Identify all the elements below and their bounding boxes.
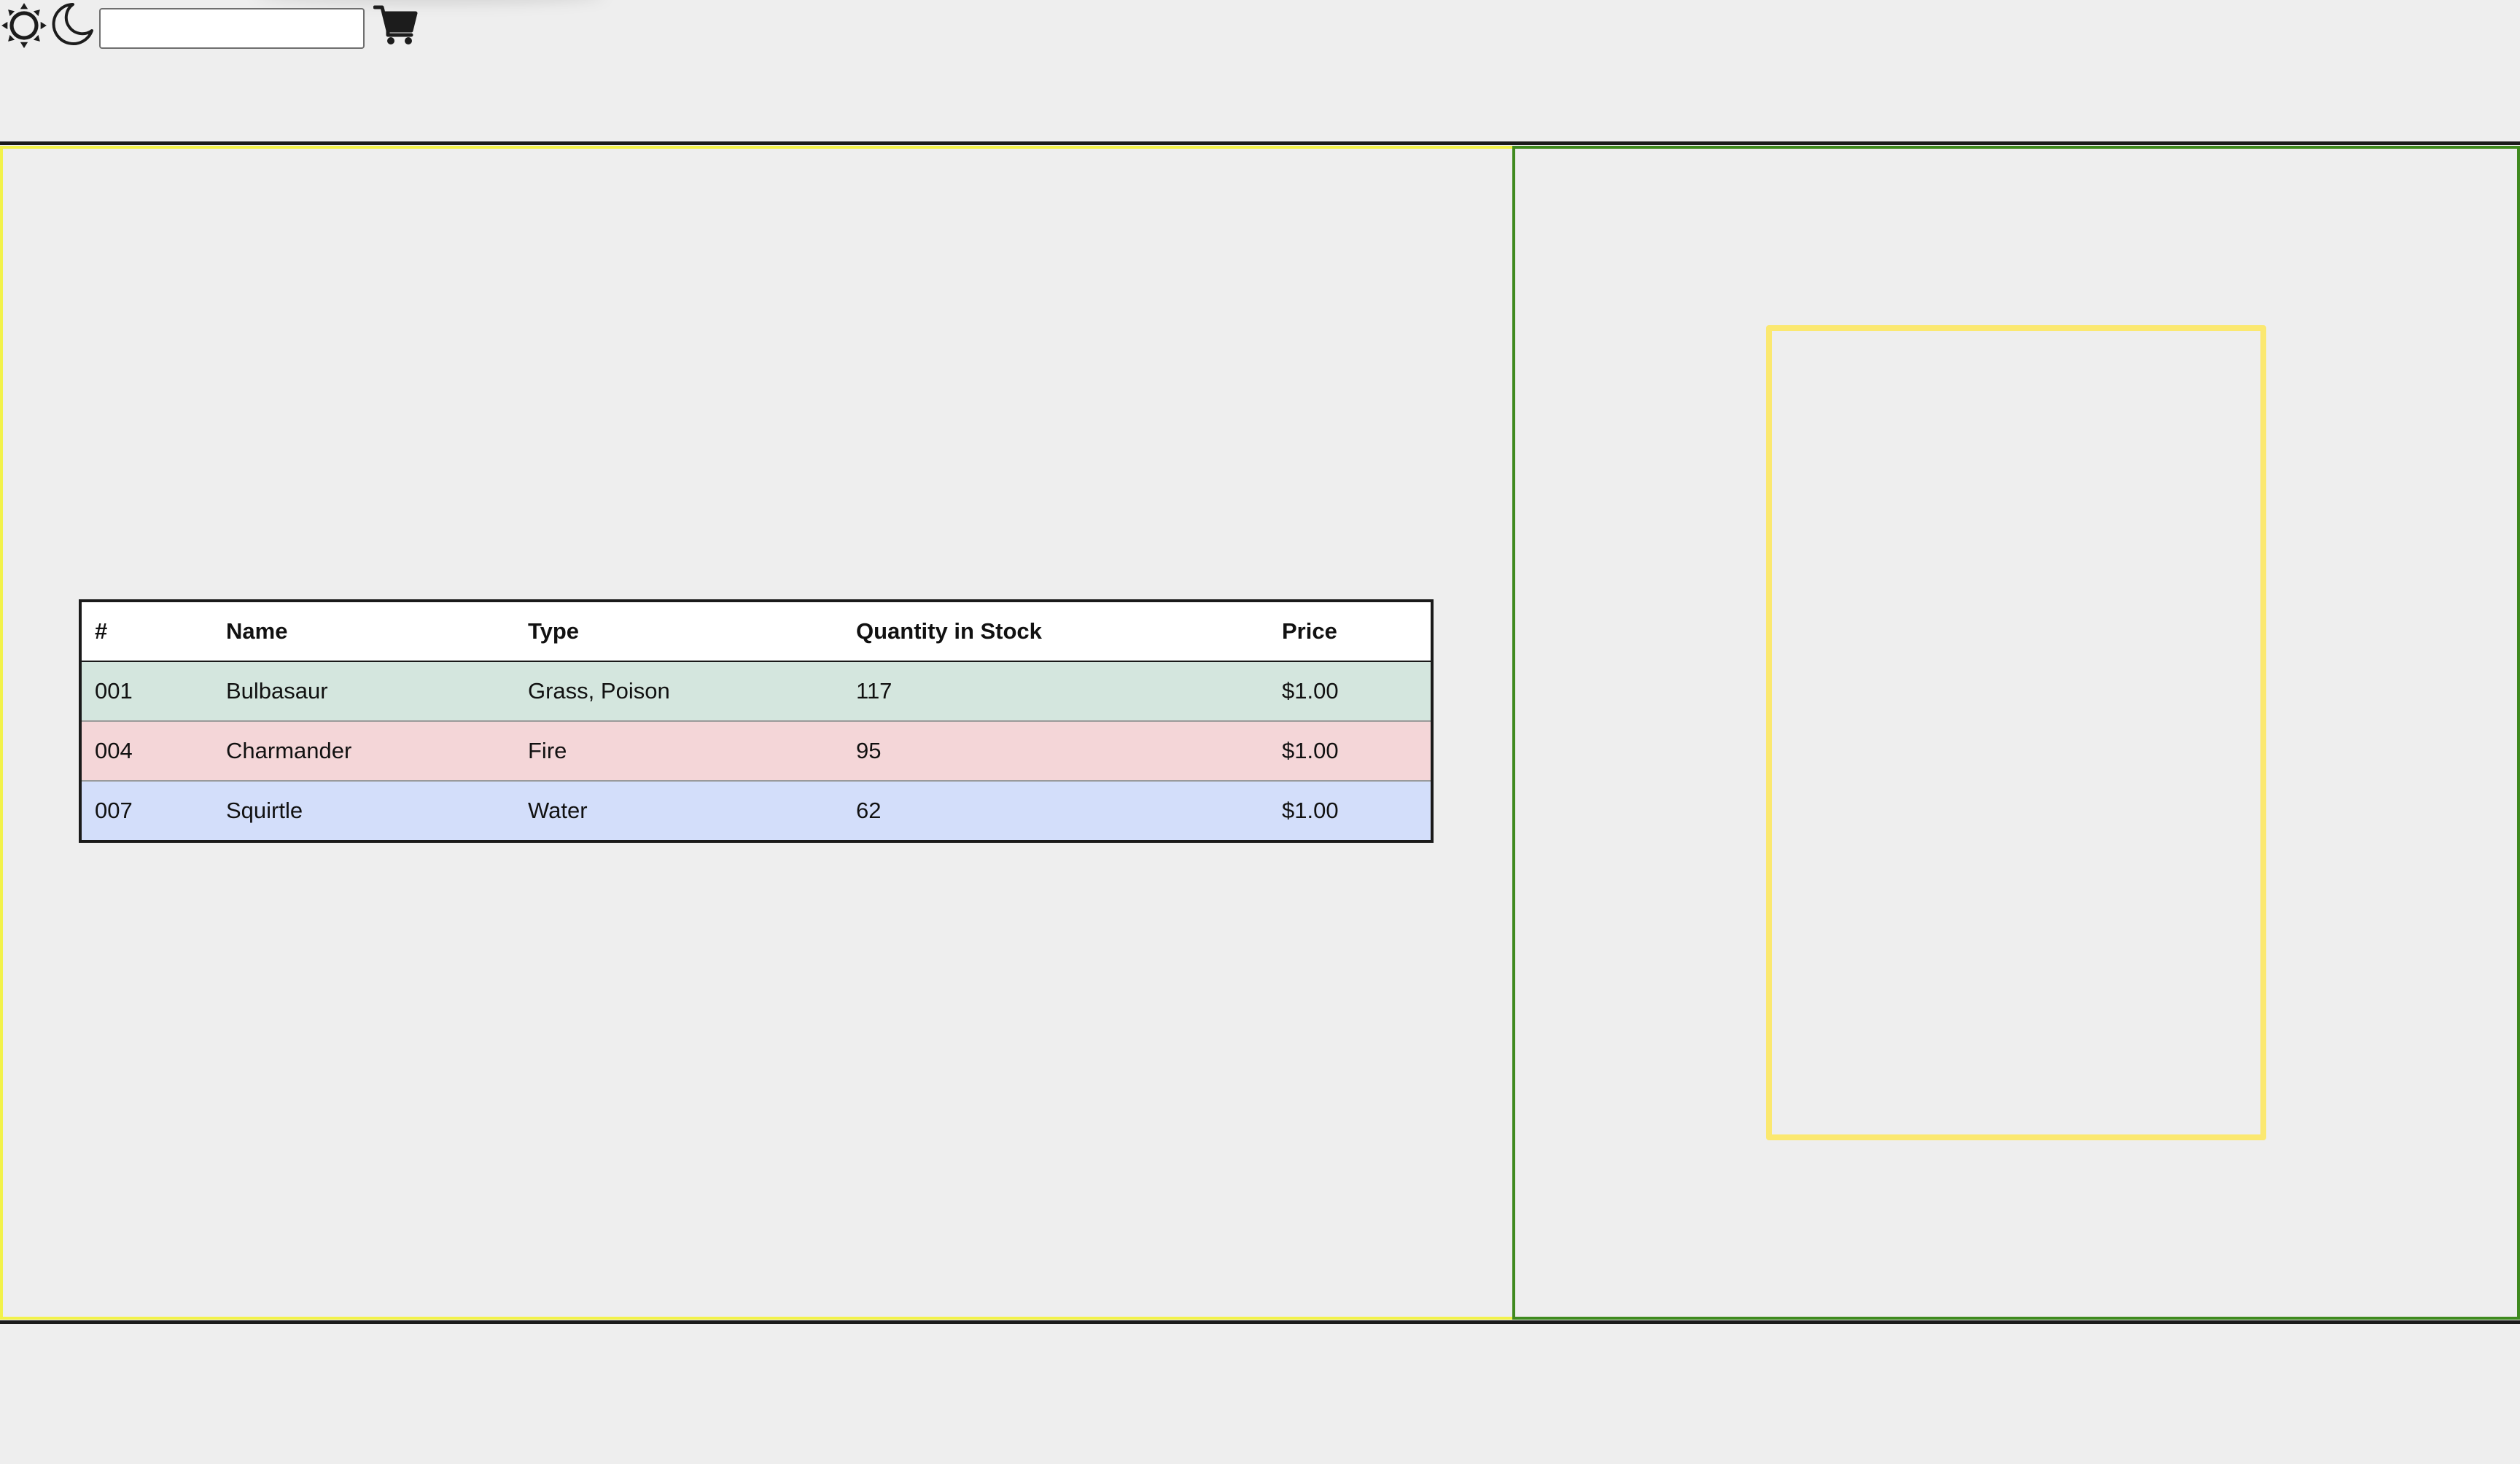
column-header-name[interactable]: Name <box>213 601 515 662</box>
column-header-type[interactable]: Type <box>515 601 843 662</box>
cell-number: 004 <box>80 721 213 782</box>
cell-price: $1.00 <box>1269 661 1432 722</box>
column-header-price[interactable]: Price <box>1269 601 1432 662</box>
cell-type: Water <box>515 781 843 841</box>
cell-number: 001 <box>80 661 213 722</box>
cell-name: Squirtle <box>213 781 515 841</box>
table-row[interactable]: 007 Squirtle Water 62 $1.00 <box>80 781 1432 841</box>
cell-quantity: 62 <box>843 781 1269 841</box>
table-header-row: # Name Type Quantity in Stock Price <box>80 601 1432 662</box>
column-header-quantity[interactable]: Quantity in Stock <box>843 601 1269 662</box>
column-header-number[interactable]: # <box>80 601 213 662</box>
toolbar <box>0 0 605 58</box>
sun-icon[interactable] <box>0 1 48 50</box>
cell-price: $1.00 <box>1269 781 1432 841</box>
pokemon-card-frame <box>1766 325 2266 1140</box>
cell-name: Charmander <box>213 721 515 782</box>
cell-price: $1.00 <box>1269 721 1432 782</box>
table-row[interactable]: 004 Charmander Fire 95 $1.00 <box>80 721 1432 782</box>
inventory-table: # Name Type Quantity in Stock Price 001 … <box>79 599 1434 843</box>
shadow-smudge <box>255 0 605 3</box>
search-input[interactable] <box>99 8 365 49</box>
table-row[interactable]: 001 Bulbasaur Grass, Poison 117 $1.00 <box>80 661 1432 722</box>
cell-name: Bulbasaur <box>213 661 515 722</box>
moon-icon[interactable] <box>51 1 95 47</box>
cell-quantity: 95 <box>843 721 1269 782</box>
cell-quantity: 117 <box>843 661 1269 722</box>
cell-number: 007 <box>80 781 213 841</box>
cell-type: Grass, Poison <box>515 661 843 722</box>
cell-type: Fire <box>515 721 843 782</box>
cart-icon[interactable] <box>373 4 419 45</box>
